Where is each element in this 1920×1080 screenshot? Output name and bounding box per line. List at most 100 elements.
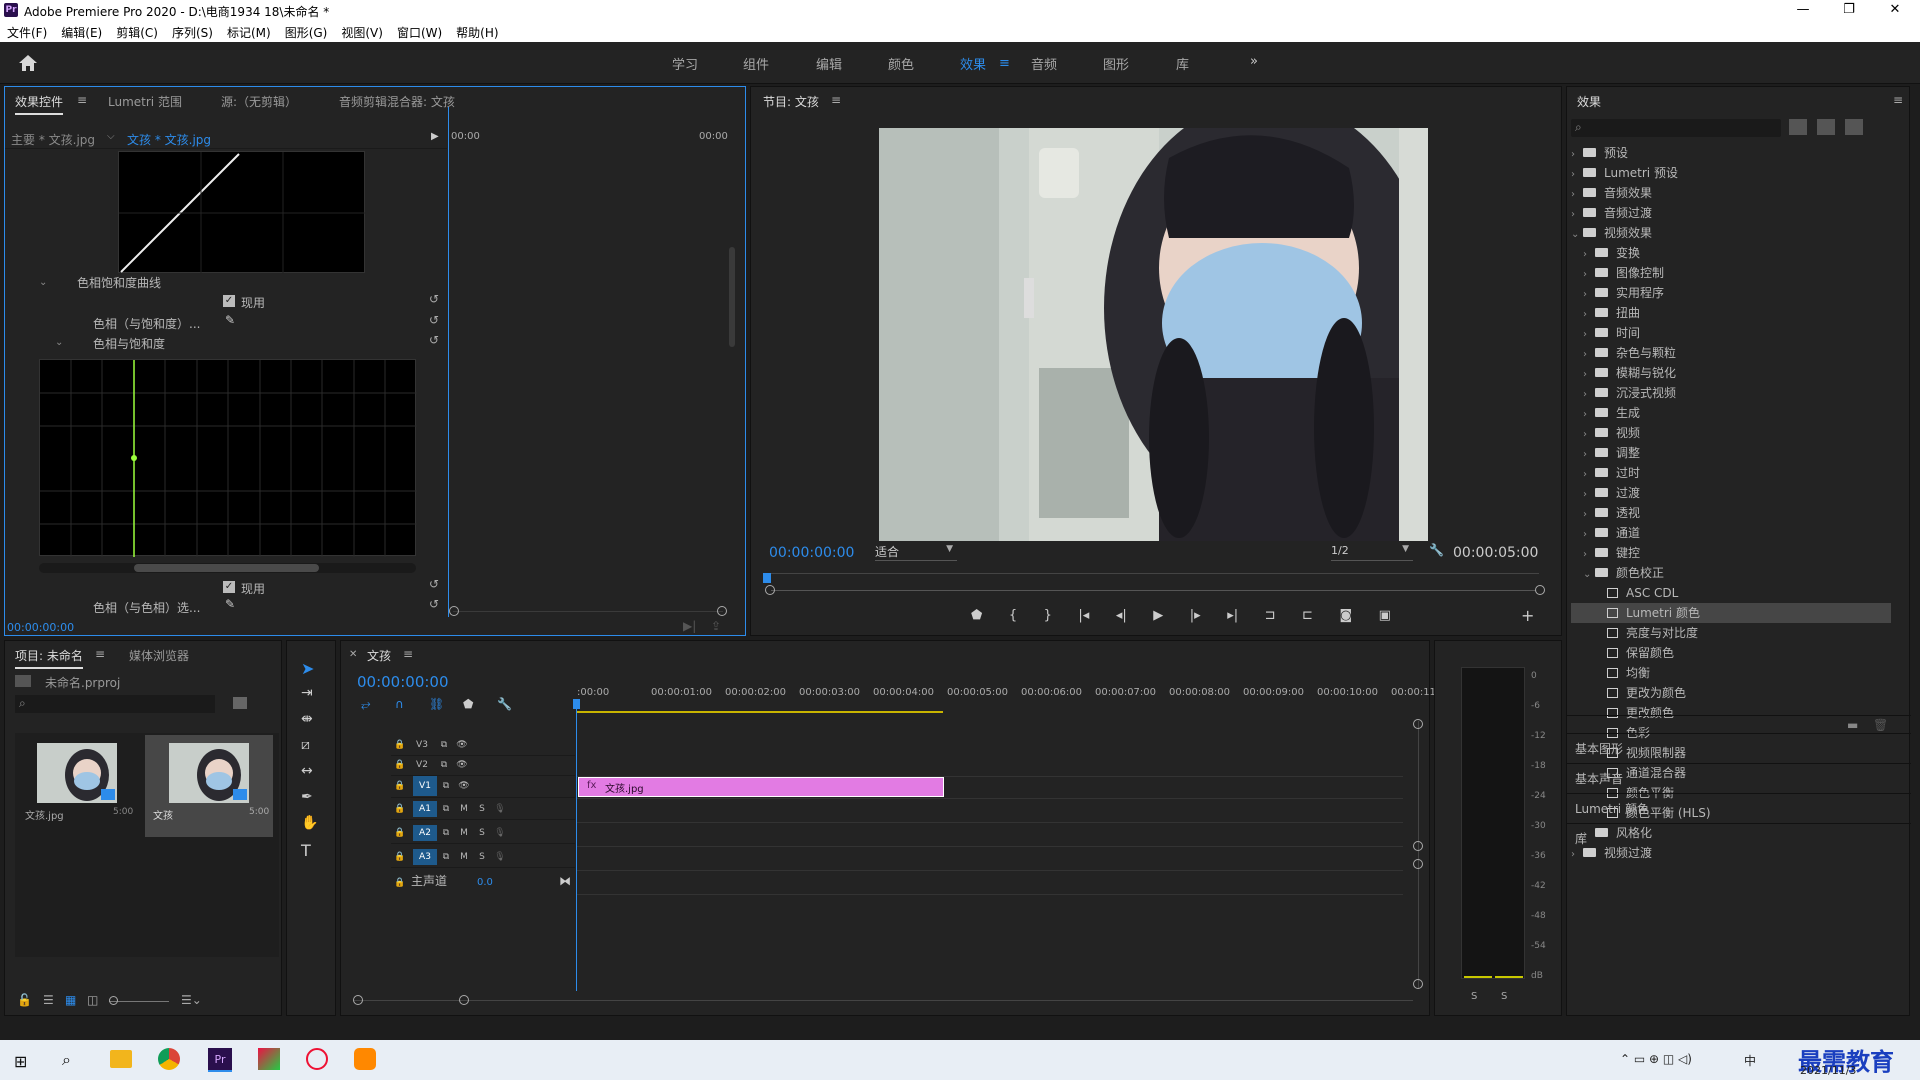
windows-start-icon[interactable]: ⊞ [14, 1052, 27, 1071]
solo-button[interactable]: S [473, 801, 491, 817]
chevron-right-icon[interactable]: › [1583, 405, 1595, 425]
timeline-clip[interactable]: fx 文孩.jpg [578, 777, 944, 797]
chevron-right-icon[interactable]: › [1571, 185, 1583, 205]
effects-folder[interactable]: › 过时 [1571, 463, 1891, 483]
close-button[interactable]: ✕ [1872, 0, 1918, 20]
program-zoom-bar[interactable] [771, 590, 1536, 591]
horizontal-zoom-handle[interactable] [353, 995, 363, 1005]
chevron-right-icon[interactable]: › [1583, 385, 1595, 405]
workspace-graphics[interactable]: 图形 [1103, 54, 1129, 73]
horizontal-zoom-handle[interactable] [459, 995, 469, 1005]
project-item[interactable]: 文孩.jpg 5:00 [15, 735, 133, 837]
freeform-view-icon[interactable]: ◫ [87, 993, 98, 1007]
compare-icon[interactable]: ▣ [1379, 608, 1391, 628]
collapse-icon[interactable]: ⌄ [39, 277, 47, 288]
vertical-zoom-track[interactable] [1418, 721, 1419, 989]
effects-folder[interactable]: › 过渡 [1571, 483, 1891, 503]
track-v1[interactable]: 🔒 V1 ⧉ 👁 [391, 776, 575, 798]
chrome-icon[interactable] [158, 1048, 180, 1070]
sync-lock-icon[interactable]: ⧉ [435, 757, 453, 773]
menu-graphics[interactable]: 图形(G) [278, 20, 335, 41]
lock-icon[interactable]: 🔒 [391, 757, 409, 773]
filter-icon[interactable]: ▶| [683, 619, 696, 633]
track-master[interactable]: 🔒 主声道 0.0 ⧓ [391, 872, 575, 894]
enable-checkbox-2[interactable]: ✓ [223, 581, 235, 593]
workspace-effects[interactable]: 效果 [960, 54, 986, 73]
home-icon[interactable] [18, 54, 38, 72]
slip-tool-icon[interactable]: ↔ [301, 763, 313, 779]
menu-sequence[interactable]: 序列(S) [165, 20, 220, 41]
app-icon[interactable] [354, 1048, 376, 1070]
tab-lumetri-scopes[interactable]: Lumetri 范围 [108, 93, 182, 110]
solo-button[interactable]: S [473, 849, 491, 865]
sync-lock-icon[interactable]: ⧉ [437, 849, 455, 865]
chevron-down-icon[interactable]: ⌄ [1583, 565, 1595, 585]
sequence-clip-label[interactable]: 文孩 * 文孩.jpg [127, 131, 211, 148]
panel-menu-icon[interactable]: ≡ [1893, 93, 1903, 107]
workspace-assembly[interactable]: 组件 [743, 54, 769, 73]
resolution-dropdown[interactable]: 1/2 ▼ [1331, 543, 1413, 561]
chevron-down-icon[interactable]: ⌵ [107, 131, 115, 142]
tab-media-browser[interactable]: 媒体浏览器 [129, 647, 189, 664]
sort-icon[interactable]: ☰⌄ [181, 993, 202, 1007]
eyedropper-icon[interactable]: ✎ [225, 313, 235, 327]
restore-button[interactable]: ❐ [1826, 0, 1872, 20]
mute-button[interactable]: M [455, 801, 473, 817]
track-a3[interactable]: 🔒 A3 ⧉ M S 🎙 [391, 848, 575, 868]
lock-icon[interactable]: 🔒 [391, 849, 409, 865]
solo-right-button[interactable]: S [1501, 991, 1507, 1002]
program-frame[interactable] [879, 128, 1428, 541]
reset-icon[interactable]: ↺ [429, 597, 439, 611]
panel-menu-icon[interactable]: ≡ [77, 93, 87, 107]
effects-folder[interactable]: › 沉浸式视频 [1571, 383, 1891, 403]
close-tab-icon[interactable]: ✕ [349, 649, 357, 660]
chevron-right-icon[interactable]: › [1583, 485, 1595, 505]
marker-icon[interactable]: ⬟ [971, 608, 982, 628]
effects-folder[interactable]: › 预设 [1571, 143, 1891, 163]
icon-view-icon[interactable]: ▦ [65, 993, 76, 1007]
program-playhead[interactable] [763, 573, 771, 583]
chevron-right-icon[interactable]: › [1583, 505, 1595, 525]
go-to-out-icon[interactable]: ▸| [1227, 608, 1238, 628]
effects-folder[interactable]: › 生成 [1571, 403, 1891, 423]
chevron-right-icon[interactable]: › [1583, 345, 1595, 365]
track-label[interactable]: A1 [413, 801, 437, 817]
playhead-handle[interactable] [573, 699, 580, 709]
master-clip-label[interactable]: 主要 * 文孩.jpg [11, 131, 95, 148]
minimize-button[interactable]: — [1780, 0, 1826, 20]
track-label[interactable]: V2 [413, 757, 431, 773]
file-explorer-icon[interactable] [110, 1050, 132, 1068]
vertical-zoom-handle[interactable] [1413, 841, 1423, 851]
list-view-icon[interactable]: ☰ [43, 993, 54, 1007]
effects-folder[interactable]: › 实用程序 [1571, 283, 1891, 303]
step-forward-icon[interactable]: |▸ [1190, 608, 1201, 628]
chevron-right-icon[interactable]: › [1583, 325, 1595, 345]
tab-source[interactable]: 源:（无剪辑） [221, 93, 297, 110]
project-search-input[interactable]: ⌕ [15, 695, 215, 713]
chevron-right-icon[interactable]: › [1571, 165, 1583, 185]
effects-folder[interactable]: ⌄ 视频效果 [1571, 223, 1891, 243]
nest-icon[interactable]: ⥂ [361, 697, 371, 712]
eye-icon[interactable]: 👁 [453, 757, 471, 773]
tab-project[interactable]: 项目: 未命名 [15, 647, 83, 669]
lift-icon[interactable]: ⊐ [1265, 608, 1276, 628]
effects-item[interactable]: ASC CDL [1571, 583, 1891, 603]
timeline-timecode[interactable]: 00:00:00:00 [357, 673, 449, 691]
project-item-selected[interactable]: 文孩 5:00 [145, 735, 273, 837]
add-button-icon[interactable]: + [1521, 606, 1534, 625]
mic-icon[interactable]: 🎙 [491, 849, 509, 865]
section-lumetri-color[interactable]: Lumetri 颜色 [1567, 793, 1911, 823]
menu-help[interactable]: 帮助(H) [449, 20, 505, 41]
eye-icon[interactable]: 👁 [455, 778, 473, 794]
play-icon[interactable]: ▶ [1153, 608, 1163, 628]
hue-range-scrollbar[interactable] [39, 563, 416, 573]
lock-icon[interactable]: 🔒 [391, 825, 409, 841]
zoom-handle-left[interactable] [449, 606, 459, 616]
horizontal-zoom-track[interactable] [353, 1000, 1413, 1001]
tab-effect-controls[interactable]: 效果控件 [15, 93, 64, 115]
track-v3[interactable]: 🔒 V3 ⧉ 👁 [391, 736, 575, 756]
mute-button[interactable]: M [455, 849, 473, 865]
master-volume[interactable]: 0.0 [477, 877, 493, 888]
app-icon[interactable] [258, 1048, 280, 1070]
lock-icon[interactable]: 🔒 [391, 737, 409, 753]
